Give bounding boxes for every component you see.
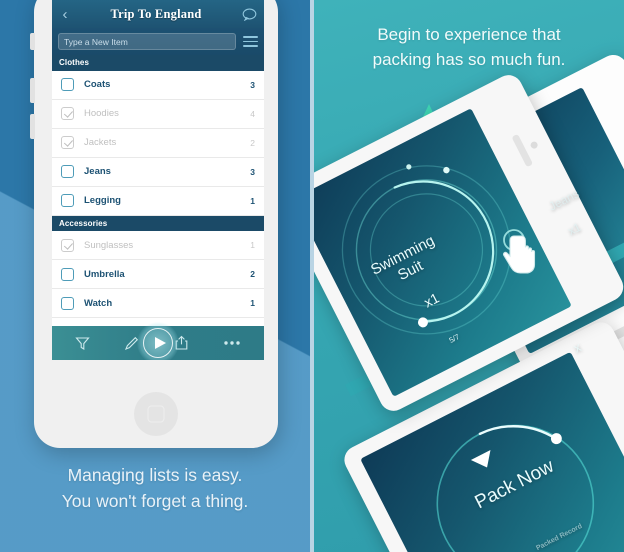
checkbox[interactable]: [61, 107, 74, 120]
home-button[interactable]: [134, 392, 178, 436]
checkbox[interactable]: [61, 136, 74, 149]
play-button-icon[interactable]: [137, 322, 179, 360]
checkbox[interactable]: [61, 165, 74, 178]
item-label: Legging: [84, 195, 121, 206]
item-label: Jackets: [84, 137, 117, 148]
list-item[interactable]: Watch 1: [52, 289, 264, 318]
section-header-clothes: Clothes: [52, 55, 264, 71]
filter-funnel-icon[interactable]: [75, 336, 90, 351]
checkbox[interactable]: [61, 194, 74, 207]
list-item[interactable]: Umbrella 2: [52, 260, 264, 289]
checkbox[interactable]: [61, 296, 74, 310]
item-label: Watch: [84, 297, 113, 309]
right-caption-line1: Begin to experience that: [377, 25, 561, 44]
play-triangle: [154, 337, 166, 349]
left-caption-line1: Managing lists is easy.: [67, 465, 243, 485]
list-item[interactable]: Legging 1: [52, 186, 264, 216]
section-header-accessories: Accessories: [52, 215, 264, 231]
right-caption: Begin to experience that packing has so …: [314, 22, 624, 72]
search-bar: [52, 28, 264, 55]
chevron-left-icon[interactable]: ‹: [52, 7, 78, 22]
checkbox[interactable]: [61, 78, 74, 91]
list-item[interactable]: Jackets 2: [52, 128, 264, 158]
item-count: 2: [250, 137, 255, 148]
right-caption-line2: packing has so much fun.: [372, 50, 566, 69]
list-item[interactable]: Coats 3: [52, 70, 264, 100]
earpiece-speaker: [511, 133, 534, 168]
list-item[interactable]: Hoodies 4: [52, 99, 264, 129]
item-label: Coats: [84, 79, 111, 90]
volume-down-button[interactable]: [30, 114, 35, 139]
checkbox[interactable]: [61, 267, 74, 281]
item-count: 2: [250, 269, 255, 279]
item-count: 3: [250, 79, 255, 90]
item-count: 3: [250, 166, 255, 177]
page-title: Trip To England: [110, 6, 202, 21]
left-caption-line2: You won't forget a thing.: [61, 491, 249, 511]
pointing-hand-cursor-icon: [500, 228, 544, 289]
hamburger-menu-icon[interactable]: [243, 36, 258, 47]
item-count: 1: [250, 298, 255, 308]
promo-screenshot: ‹ Trip To England Clothes: [0, 0, 624, 552]
item-count: 4: [250, 108, 255, 119]
item-label: Hoodies: [84, 108, 119, 119]
app-screen: ‹ Trip To England Clothes: [52, 0, 264, 360]
search-input[interactable]: [58, 33, 236, 50]
volume-up-button[interactable]: [30, 78, 35, 103]
list-item[interactable]: Jeans 3: [52, 157, 264, 187]
item-label: Sunglasses: [84, 239, 134, 251]
item-label: Umbrella: [84, 268, 125, 280]
app-bottom-toolbar: [52, 322, 264, 360]
chat-bubble-icon[interactable]: [234, 8, 264, 21]
left-caption: Managing lists is easy. You won't forget…: [0, 462, 310, 514]
checkbox[interactable]: [61, 238, 74, 252]
app-header: ‹ Trip To England: [52, 0, 264, 28]
item-count: 1: [250, 240, 255, 250]
item-list[interactable]: Clothes Coats 3 Hoodies 4 Jackets 2 Jean…: [52, 55, 264, 347]
left-promo-panel: ‹ Trip To England Clothes: [0, 0, 310, 552]
item-count: 1: [250, 195, 255, 206]
list-item[interactable]: Sunglasses 1: [52, 231, 264, 260]
front-camera-dot: [529, 140, 539, 150]
item-label: Jeans: [84, 166, 111, 177]
right-promo-panel: Begin to experience that packing has so …: [314, 0, 624, 552]
more-dots-icon[interactable]: [223, 340, 241, 346]
silent-switch[interactable]: [30, 33, 35, 50]
